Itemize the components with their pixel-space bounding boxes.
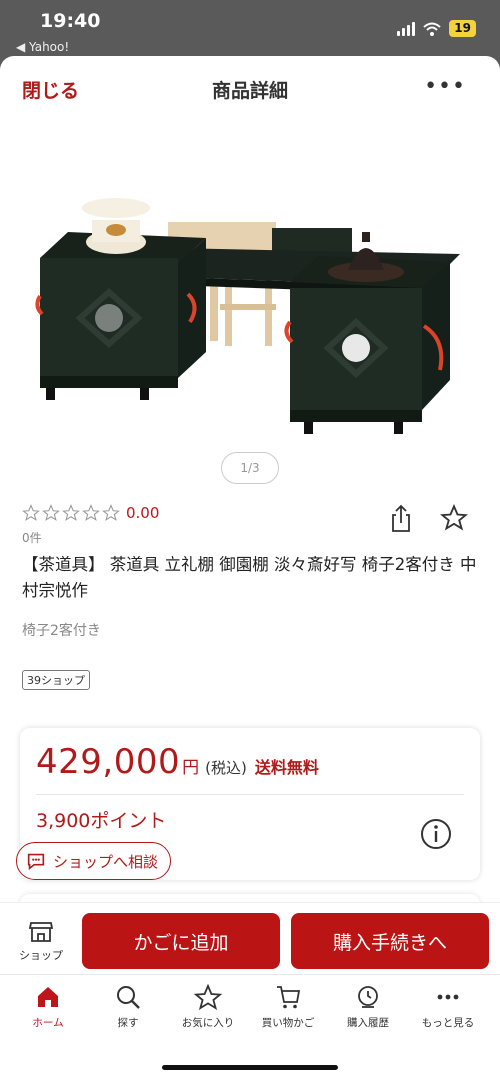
shop-link-label: ショップ: [19, 949, 63, 962]
chat-icon: [27, 853, 45, 871]
history-icon: [358, 986, 378, 1008]
home-icon: [38, 987, 58, 1007]
empty-star-icon: [102, 504, 120, 521]
consult-shop-button[interactable]: ショップへ相談: [16, 842, 172, 880]
search-icon: [117, 986, 140, 1009]
shop-icon: [28, 922, 54, 942]
empty-star-icon: [62, 504, 80, 521]
home-indicator: [162, 1065, 338, 1070]
shop-link[interactable]: ショップ: [14, 917, 68, 963]
action-bar: ショップ かごに追加 購入手続きへ: [0, 902, 500, 974]
product-title: 【茶道具】 茶道具 立礼棚 御園棚 淡々斎好写 椅子2客付き 中村宗悦作: [22, 555, 477, 600]
price-amount: 429,000: [36, 742, 181, 782]
more-icon: [437, 994, 459, 1000]
favorite-star-icon[interactable]: [440, 504, 468, 532]
tab-bar: ホーム 探す お気に入り 買い物かご 購入履歴 もっと見る: [0, 974, 500, 1080]
product-image[interactable]: [20, 126, 480, 446]
gallery-pager: 1/3: [221, 452, 279, 484]
wifi-icon: [423, 22, 441, 36]
checkout-button[interactable]: 購入手続きへ: [291, 913, 489, 969]
add-to-cart-button[interactable]: かごに追加: [82, 913, 280, 969]
info-icon[interactable]: [420, 818, 452, 850]
battery-icon: 19: [449, 20, 476, 37]
tab-cart[interactable]: 買い物かご: [248, 983, 328, 1030]
shipping-label: 送料無料: [254, 758, 319, 777]
points-label: 3,900ポイント: [36, 810, 167, 832]
consult-label: ショップへ相談: [53, 852, 159, 871]
rating-value: 0.00: [126, 504, 160, 522]
tab-search[interactable]: 探す: [88, 983, 168, 1030]
header: 閉じる 商品詳細 •••: [0, 56, 500, 122]
divider: [36, 794, 464, 795]
tab-favorites[interactable]: お気に入り: [168, 983, 248, 1030]
tab-label: 探す: [117, 1017, 139, 1029]
tab-label: お気に入り: [181, 1017, 235, 1029]
tax-label: (税込): [205, 759, 247, 777]
empty-star-icon: [42, 504, 60, 521]
status-time: 19:40: [40, 10, 101, 32]
tab-label: もっと見る: [421, 1017, 475, 1029]
tab-home[interactable]: ホーム: [8, 983, 88, 1030]
tab-label: 買い物かご: [261, 1017, 315, 1029]
signal-icon: [397, 21, 416, 36]
tab-history[interactable]: 購入履歴: [328, 983, 408, 1030]
price-currency: 円: [182, 758, 200, 778]
rating-stars: [22, 504, 120, 522]
product-subtitle: 椅子2客付き: [22, 623, 101, 639]
status-bar: 19:40 ◀ Yahoo! 19: [0, 0, 500, 56]
product-detail-sheet: 閉じる 商品詳細 ••• 1/3 0.00 0件 【茶道具】 茶道具 立礼棚 御…: [0, 56, 500, 1080]
cart-icon: [277, 986, 301, 1009]
empty-star-icon: [82, 504, 100, 521]
share-icon[interactable]: [388, 503, 414, 533]
star-icon: [194, 983, 222, 1010]
more-options-button[interactable]: •••: [424, 74, 466, 99]
status-icons: 19: [397, 20, 476, 37]
price-line: 429,000 円 (税込) 送料無料: [36, 742, 319, 782]
rating-row[interactable]: 0.00: [22, 504, 159, 522]
back-to-app-link[interactable]: ◀ Yahoo!: [16, 40, 69, 54]
empty-star-icon: [22, 504, 40, 521]
shop-badge: 39ショップ: [22, 670, 90, 690]
tab-more[interactable]: もっと見る: [408, 983, 488, 1030]
tab-label: 購入履歴: [347, 1017, 389, 1029]
tab-label: ホーム: [32, 1017, 64, 1029]
review-count[interactable]: 0件: [22, 529, 42, 546]
